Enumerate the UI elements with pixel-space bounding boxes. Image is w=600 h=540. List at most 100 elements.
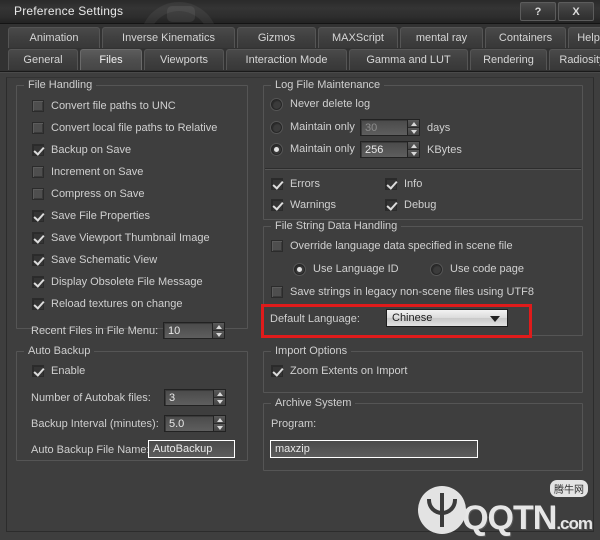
spinner-value[interactable]: 256 xyxy=(360,141,407,158)
checkbox-box xyxy=(32,254,44,266)
checkbox-box xyxy=(271,240,283,252)
title-bar-buttons: ? X xyxy=(520,2,594,21)
tab-general[interactable]: General xyxy=(8,49,78,70)
spinner-buttons[interactable] xyxy=(213,415,226,432)
tab-inverse-kinematics[interactable]: Inverse Kinematics xyxy=(102,27,235,48)
label-recent-files-in-file-menu: Recent Files in File Menu: xyxy=(31,325,159,337)
group-archive-system: Archive System Program: maxzip xyxy=(263,397,583,471)
checkbox-box xyxy=(32,232,44,244)
spinner-buttons[interactable] xyxy=(212,322,225,339)
checkbox-label: Save File Properties xyxy=(51,210,151,222)
tab-radiosity[interactable]: Radiosity xyxy=(549,49,600,70)
spinner-backup-interval-minutes[interactable]: 5.0 xyxy=(164,415,226,432)
spinner-up-icon[interactable] xyxy=(213,323,224,331)
radio-label: Use Language ID xyxy=(313,263,399,275)
tab-animation[interactable]: Animation xyxy=(8,27,100,48)
spinner-value[interactable]: 10 xyxy=(163,322,212,339)
checkbox-convert-file-paths-unc[interactable]: Convert file paths to UNC xyxy=(32,100,176,112)
spinner-down-icon[interactable] xyxy=(213,331,224,338)
radio-circle xyxy=(294,263,305,275)
tab-mental-ray[interactable]: mental ray xyxy=(400,27,483,48)
group-import-options: Import Options Zoom Extents on Import xyxy=(263,345,583,393)
checkbox-label: Zoom Extents on Import xyxy=(290,365,408,377)
spinner-value[interactable]: 5.0 xyxy=(164,415,213,432)
spinner-recent-files-in-file-menu[interactable]: 10 xyxy=(163,322,225,339)
checkbox-override-language-data[interactable]: Override language data specified in scen… xyxy=(271,240,513,252)
spinner-down-icon[interactable] xyxy=(214,398,225,405)
checkbox-box xyxy=(385,199,397,211)
dropdown-default-language[interactable]: Chinese xyxy=(386,309,508,327)
group-auto-backup: Auto Backup Enable Number of Autobak fil… xyxy=(16,345,248,461)
radio-label: Use code page xyxy=(450,263,524,275)
radio-use-code-page[interactable]: Use code page xyxy=(431,263,524,275)
close-button[interactable]: X xyxy=(558,2,594,21)
preference-settings-dialog: Preference Settings ? X Animation Invers… xyxy=(0,0,600,540)
spinner-buttons[interactable] xyxy=(407,141,420,158)
checkbox-label: Warnings xyxy=(290,199,337,211)
dropdown-value: Chinese xyxy=(392,312,433,324)
radio-maintain-only-kbytes[interactable]: Maintain only xyxy=(271,143,355,155)
checkbox-box xyxy=(32,188,44,200)
checkbox-label: Convert local file paths to Relative xyxy=(51,122,218,134)
checkbox-save-viewport-thumbnail[interactable]: Save Viewport Thumbnail Image xyxy=(32,232,210,244)
checkbox-zoom-extents-on-import[interactable]: Zoom Extents on Import xyxy=(271,365,407,377)
tab-maxscript[interactable]: MAXScript xyxy=(318,27,398,48)
tab-interaction-mode[interactable]: Interaction Mode xyxy=(226,49,347,70)
checkbox-save-schematic-view[interactable]: Save Schematic View xyxy=(32,254,157,266)
tab-files[interactable]: Files xyxy=(80,49,142,70)
checkbox-log-debug[interactable]: Debug xyxy=(385,199,436,211)
spinner-down-icon[interactable] xyxy=(214,424,225,431)
radio-label: Never delete log xyxy=(290,98,371,110)
tab-viewports[interactable]: Viewports xyxy=(144,49,224,70)
checkbox-backup-on-save[interactable]: Backup on Save xyxy=(32,144,131,156)
checkbox-auto-backup-enable[interactable]: Enable xyxy=(32,365,85,377)
spinner-log-maintain-kbytes[interactable]: 256 xyxy=(360,141,420,158)
dialog-body: File Handling Convert file paths to UNC … xyxy=(0,72,600,540)
help-button[interactable]: ? xyxy=(520,2,556,21)
input-auto-backup-file-name[interactable]: AutoBackup xyxy=(148,440,235,458)
chevron-down-icon xyxy=(490,316,500,322)
spinner-log-maintain-days[interactable]: 30 xyxy=(360,119,420,136)
radio-use-language-id[interactable]: Use Language ID xyxy=(294,263,399,275)
spinner-up-icon[interactable] xyxy=(408,120,419,128)
checkbox-label: Save Schematic View xyxy=(51,254,158,266)
checkbox-label: Compress on Save xyxy=(51,188,145,200)
radio-label: Maintain only xyxy=(290,121,355,133)
checkbox-display-obsolete-file-message[interactable]: Display Obsolete File Message xyxy=(32,276,203,288)
label-kbytes-unit: KBytes xyxy=(427,144,462,156)
spinner-buttons[interactable] xyxy=(213,389,226,406)
spinner-up-icon[interactable] xyxy=(214,416,225,424)
tab-rendering[interactable]: Rendering xyxy=(470,49,547,70)
checkbox-box xyxy=(32,122,44,134)
titlebar-watermark-block xyxy=(167,6,195,22)
spinner-down-icon[interactable] xyxy=(408,128,419,135)
spinner-up-icon[interactable] xyxy=(408,142,419,150)
checkbox-reload-textures-on-change[interactable]: Reload textures on change xyxy=(32,298,182,310)
tab-gamma-and-lut[interactable]: Gamma and LUT xyxy=(349,49,468,70)
radio-never-delete-log[interactable]: Never delete log xyxy=(271,98,370,110)
spinner-buttons[interactable] xyxy=(407,119,420,136)
tab-containers[interactable]: Containers xyxy=(485,27,566,48)
checkbox-box xyxy=(385,178,397,190)
checkbox-box xyxy=(271,365,283,377)
spinner-up-icon[interactable] xyxy=(214,390,225,398)
radio-label: Maintain only xyxy=(290,143,355,155)
checkbox-compress-on-save[interactable]: Compress on Save xyxy=(32,188,145,200)
checkbox-save-file-properties[interactable]: Save File Properties xyxy=(32,210,150,222)
radio-maintain-only-days[interactable]: Maintain only xyxy=(271,121,355,133)
checkbox-save-strings-legacy-utf8[interactable]: Save strings in legacy non-scene files u… xyxy=(271,286,534,298)
spinner-value[interactable]: 3 xyxy=(164,389,213,406)
checkbox-log-info[interactable]: Info xyxy=(385,178,422,190)
checkbox-log-errors[interactable]: Errors xyxy=(271,178,320,190)
input-archive-program[interactable]: maxzip xyxy=(270,440,478,458)
spinner-number-of-autobak-files[interactable]: 3 xyxy=(164,389,226,406)
label-auto-backup-file-name: Auto Backup File Name: xyxy=(31,444,150,456)
checkbox-convert-local-paths-relative[interactable]: Convert local file paths to Relative xyxy=(32,122,217,134)
checkbox-increment-on-save[interactable]: Increment on Save xyxy=(32,166,143,178)
spinner-down-icon[interactable] xyxy=(408,150,419,157)
spinner-value[interactable]: 30 xyxy=(360,119,407,136)
tab-gizmos[interactable]: Gizmos xyxy=(237,27,316,48)
checkbox-label: Info xyxy=(404,178,423,190)
checkbox-log-warnings[interactable]: Warnings xyxy=(271,199,336,211)
tab-help[interactable]: Help xyxy=(568,27,600,48)
